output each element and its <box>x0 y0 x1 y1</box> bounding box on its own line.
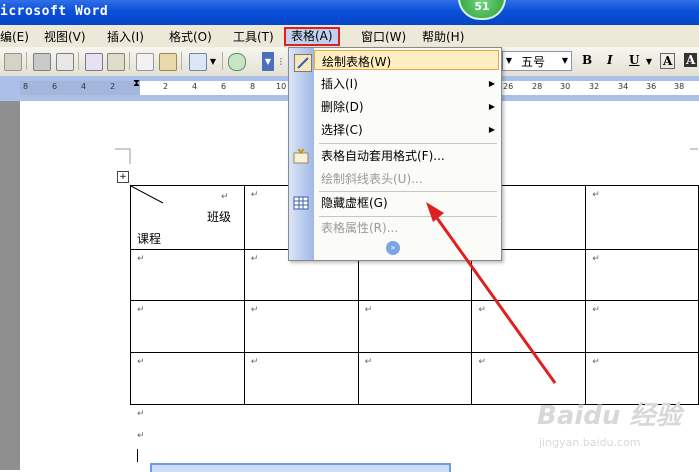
arrow-head <box>426 202 444 222</box>
arrow-shaft <box>430 210 557 384</box>
watermark-brand: Baidu 经验 <box>537 401 682 431</box>
baidu-watermark-logo: Baidu 经验 jingyan.baidu.com <box>535 395 685 465</box>
watermark-url: jingyan.baidu.com <box>539 436 641 449</box>
